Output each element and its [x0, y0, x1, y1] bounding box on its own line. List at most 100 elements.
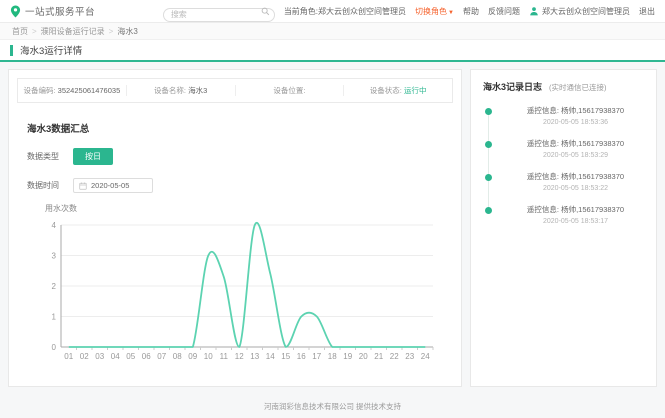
- switch-role-label: 切换角色: [415, 7, 447, 16]
- device-detail-panel: 设备编码: 352425061476035 设备名称: 海水3 设备位置: 设备…: [8, 69, 462, 387]
- svg-text:09: 09: [188, 352, 197, 361]
- timeline-dot-icon: [485, 141, 492, 148]
- svg-text:13: 13: [250, 352, 259, 361]
- location-pin-icon: [10, 5, 21, 18]
- svg-text:06: 06: [142, 352, 151, 361]
- breadcrumb-device-records[interactable]: 濮阳设备运行记录: [41, 26, 105, 37]
- device-code-field: 设备编码: 352425061476035: [18, 85, 127, 96]
- breadcrumb-home[interactable]: 首页: [12, 26, 28, 37]
- search-input[interactable]: [163, 8, 275, 22]
- log-entry-time: 2020-05-05 18:53:29: [505, 152, 646, 159]
- timeline-dot-icon: [485, 207, 492, 214]
- svg-text:17: 17: [312, 352, 321, 361]
- calendar-icon: [79, 182, 87, 190]
- page-title: 海水3运行详情: [20, 43, 82, 57]
- svg-text:16: 16: [297, 352, 306, 361]
- log-entry-text: 遥控信息: 杨帅,15617938370: [505, 105, 646, 116]
- data-time-row: 数据时间 2020-05-05: [27, 178, 461, 193]
- log-entry-text: 遥控信息: 杨帅,15617938370: [505, 204, 646, 215]
- page-title-bar: 海水3运行详情: [0, 40, 665, 60]
- log-entry-text: 遥控信息: 杨帅,15617938370: [505, 138, 646, 149]
- svg-text:20: 20: [359, 352, 368, 361]
- app-window: 一站式服务平台 当前角色:郑大云创众创空间管理员 切换角色▼ 帮助 反馈问题 郑…: [0, 0, 665, 418]
- log-entry-time: 2020-05-05 18:53:36: [505, 119, 646, 126]
- svg-text:22: 22: [390, 352, 399, 361]
- svg-text:23: 23: [405, 352, 414, 361]
- usage-chart-svg: 0123401020304050607080910111213141516171…: [9, 215, 447, 365]
- footer: 河南润彩信息技术有限公司 提供技术支持: [0, 401, 665, 412]
- svg-text:18: 18: [328, 352, 337, 361]
- device-name-label: 设备名称:: [154, 86, 186, 95]
- user-menu[interactable]: 郑大云创众创空间管理员: [529, 6, 630, 17]
- usage-chart: 用水次数 01234010203040506070809101112131415…: [9, 203, 461, 370]
- device-status-label: 设备状态:: [370, 86, 402, 95]
- search-icon[interactable]: [261, 7, 270, 16]
- date-picker-input[interactable]: 2020-05-05: [73, 178, 153, 193]
- device-status-value: 运行中: [404, 86, 427, 95]
- chart-y-axis-name: 用水次数: [45, 203, 461, 214]
- svg-text:3: 3: [52, 252, 57, 261]
- svg-text:14: 14: [266, 352, 275, 361]
- svg-text:11: 11: [220, 352, 229, 361]
- svg-text:07: 07: [157, 352, 166, 361]
- svg-text:12: 12: [235, 352, 244, 361]
- device-location-field: 设备位置:: [236, 85, 345, 96]
- svg-text:0: 0: [52, 343, 57, 352]
- data-summary-title: 海水3数据汇总: [27, 121, 461, 135]
- device-name-field: 设备名称: 海水3: [127, 85, 236, 96]
- device-name-value: 海水3: [188, 86, 207, 95]
- date-value: 2020-05-05: [91, 181, 129, 190]
- svg-text:1: 1: [52, 313, 57, 322]
- device-status-field: 设备状态: 运行中: [344, 85, 452, 96]
- title-accent-bar: [10, 45, 13, 56]
- device-code-value: 352425061476035: [58, 86, 121, 95]
- search-box: [163, 4, 275, 18]
- chevron-down-icon: ▼: [448, 10, 454, 16]
- breadcrumb-separator: >: [109, 27, 114, 36]
- logo[interactable]: 一站式服务平台: [10, 4, 95, 18]
- log-entry-text: 遥控信息: 杨帅,15617938370: [505, 171, 646, 182]
- timeline-dot-icon: [485, 108, 492, 115]
- data-type-row: 数据类型 按日: [27, 148, 461, 165]
- breadcrumb: 首页 > 濮阳设备运行记录 > 海水3: [0, 23, 665, 40]
- device-code-label: 设备编码:: [23, 86, 55, 95]
- svg-text:08: 08: [173, 352, 182, 361]
- svg-text:15: 15: [281, 352, 290, 361]
- svg-text:05: 05: [126, 352, 135, 361]
- feedback-link[interactable]: 反馈问题: [488, 6, 520, 17]
- main-content: 设备编码: 352425061476035 设备名称: 海水3 设备位置: 设备…: [0, 62, 665, 387]
- svg-text:24: 24: [421, 352, 430, 361]
- log-timeline: 遥控信息: 杨帅,15617938370 2020-05-05 18:53:36…: [485, 105, 646, 225]
- logout-link[interactable]: 退出: [639, 6, 655, 17]
- svg-text:02: 02: [80, 352, 89, 361]
- help-link[interactable]: 帮助: [463, 6, 479, 17]
- log-panel: 海水3记录日志 (实时通信已连接) 遥控信息: 杨帅,15617938370 2…: [470, 69, 657, 387]
- switch-role-button[interactable]: 切换角色▼: [415, 6, 454, 17]
- svg-text:03: 03: [95, 352, 104, 361]
- svg-text:2: 2: [52, 282, 57, 291]
- log-entry: 遥控信息: 杨帅,15617938370 2020-05-05 18:53:29: [485, 138, 646, 159]
- log-title: 海水3记录日志: [483, 80, 542, 93]
- log-entry: 遥控信息: 杨帅,15617938370 2020-05-05 18:53:22: [485, 171, 646, 192]
- platform-title: 一站式服务平台: [25, 4, 95, 18]
- log-connection-status: (实时通信已连接): [549, 82, 607, 93]
- current-role-label: 当前角色:郑大云创众创空间管理员: [284, 6, 406, 17]
- log-entry-time: 2020-05-05 18:53:17: [505, 218, 646, 225]
- username: 郑大云创众创空间管理员: [542, 6, 630, 17]
- device-info-strip: 设备编码: 352425061476035 设备名称: 海水3 设备位置: 设备…: [17, 78, 453, 103]
- data-time-label: 数据时间: [27, 180, 73, 191]
- svg-text:10: 10: [204, 352, 213, 361]
- svg-text:19: 19: [343, 352, 352, 361]
- svg-text:4: 4: [52, 221, 57, 230]
- svg-text:04: 04: [111, 352, 120, 361]
- footer-text: 河南润彩信息技术有限公司 提供技术支持: [264, 402, 401, 411]
- breadcrumb-current: 海水3: [117, 26, 137, 37]
- log-header: 海水3记录日志 (实时通信已连接): [471, 70, 656, 97]
- svg-text:01: 01: [64, 352, 73, 361]
- log-entry-time: 2020-05-05 18:53:22: [505, 185, 646, 192]
- by-day-button[interactable]: 按日: [73, 148, 113, 165]
- log-entry: 遥控信息: 杨帅,15617938370 2020-05-05 18:53:36: [485, 105, 646, 126]
- log-entry: 遥控信息: 杨帅,15617938370 2020-05-05 18:53:17: [485, 204, 646, 225]
- device-location-label: 设备位置:: [273, 86, 305, 95]
- user-icon: [529, 6, 539, 16]
